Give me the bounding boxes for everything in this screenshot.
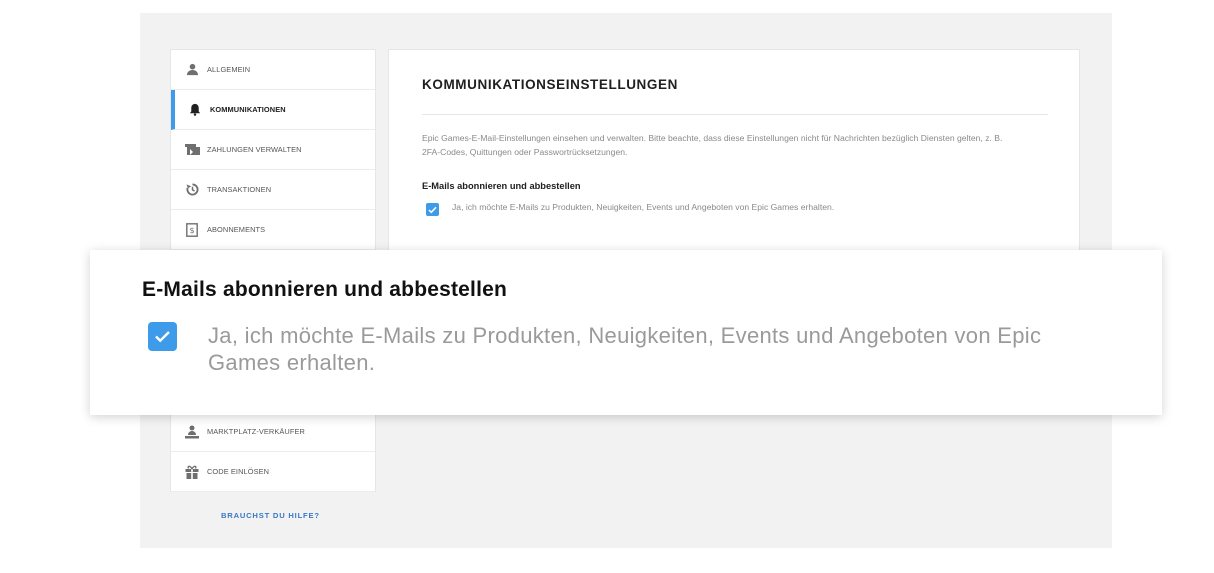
sidebar-item-code-einloesen[interactable]: CODE EINLÖSEN (171, 452, 375, 492)
sidebar-item-label: KOMMUNIKATIONEN (210, 105, 286, 114)
sidebar-item-zahlungen[interactable]: ZAHLUNGEN VERWALTEN (171, 130, 375, 170)
page-title: KOMMUNIKATIONSEINSTELLUNGEN (422, 77, 678, 92)
sidebar-item-allgemein[interactable]: ALLGEMEIN (171, 50, 375, 90)
checkmark-icon (428, 206, 437, 213)
settings-description: Epic Games-E-Mail-Einstellungen einsehen… (422, 133, 1003, 157)
user-icon (184, 62, 200, 78)
sidebar-item-marktplatz[interactable]: MARKTPLATZ-VERKÄUFER (171, 412, 375, 452)
newsletter-checkbox[interactable] (426, 203, 439, 216)
sidebar-item-label: MARKTPLATZ-VERKÄUFER (207, 427, 305, 436)
callout-newsletter-checkbox[interactable] (148, 322, 177, 351)
seller-icon (184, 424, 200, 440)
subscribe-heading: E-Mails abonnieren und abbestellen (422, 181, 581, 191)
svg-text:$: $ (189, 226, 194, 235)
help-link[interactable]: BRAUCHST DU HILFE? (221, 511, 320, 520)
zoom-callout: E-Mails abonnieren und abbestellen Ja, i… (90, 250, 1162, 415)
callout-title: E-Mails abonnieren und abbestellen (142, 278, 508, 301)
callout-checkbox-label: Ja, ich möchte E-Mails zu Produkten, Neu… (208, 323, 1042, 375)
sidebar-item-abonnements[interactable]: $ ABONNEMENTS (171, 210, 375, 250)
checkmark-icon (155, 331, 170, 343)
sidebar-item-label: TRANSAKTIONEN (207, 185, 272, 194)
gift-icon (184, 464, 200, 480)
communication-settings-panel: KOMMUNIKATIONSEINSTELLUNGEN Epic Games-E… (388, 49, 1080, 252)
receipt-icon: $ (184, 222, 200, 238)
sidebar-item-label: ZAHLUNGEN VERWALTEN (207, 145, 302, 154)
title-divider (422, 114, 1048, 115)
bell-icon (187, 102, 203, 118)
newsletter-checkbox-label: Ja, ich möchte E-Mails zu Produkten, Neu… (452, 202, 835, 212)
sidebar-item-label: CODE EINLÖSEN (207, 467, 270, 476)
sidebar-item-label: ALLGEMEIN (207, 65, 251, 74)
history-icon (184, 182, 200, 198)
sidebar-item-label: ABONNEMENTS (207, 225, 266, 234)
wallet-icon (184, 142, 200, 158)
sidebar-item-transaktionen[interactable]: TRANSAKTIONEN (171, 170, 375, 210)
sidebar-item-kommunikationen[interactable]: KOMMUNIKATIONEN (171, 90, 375, 130)
